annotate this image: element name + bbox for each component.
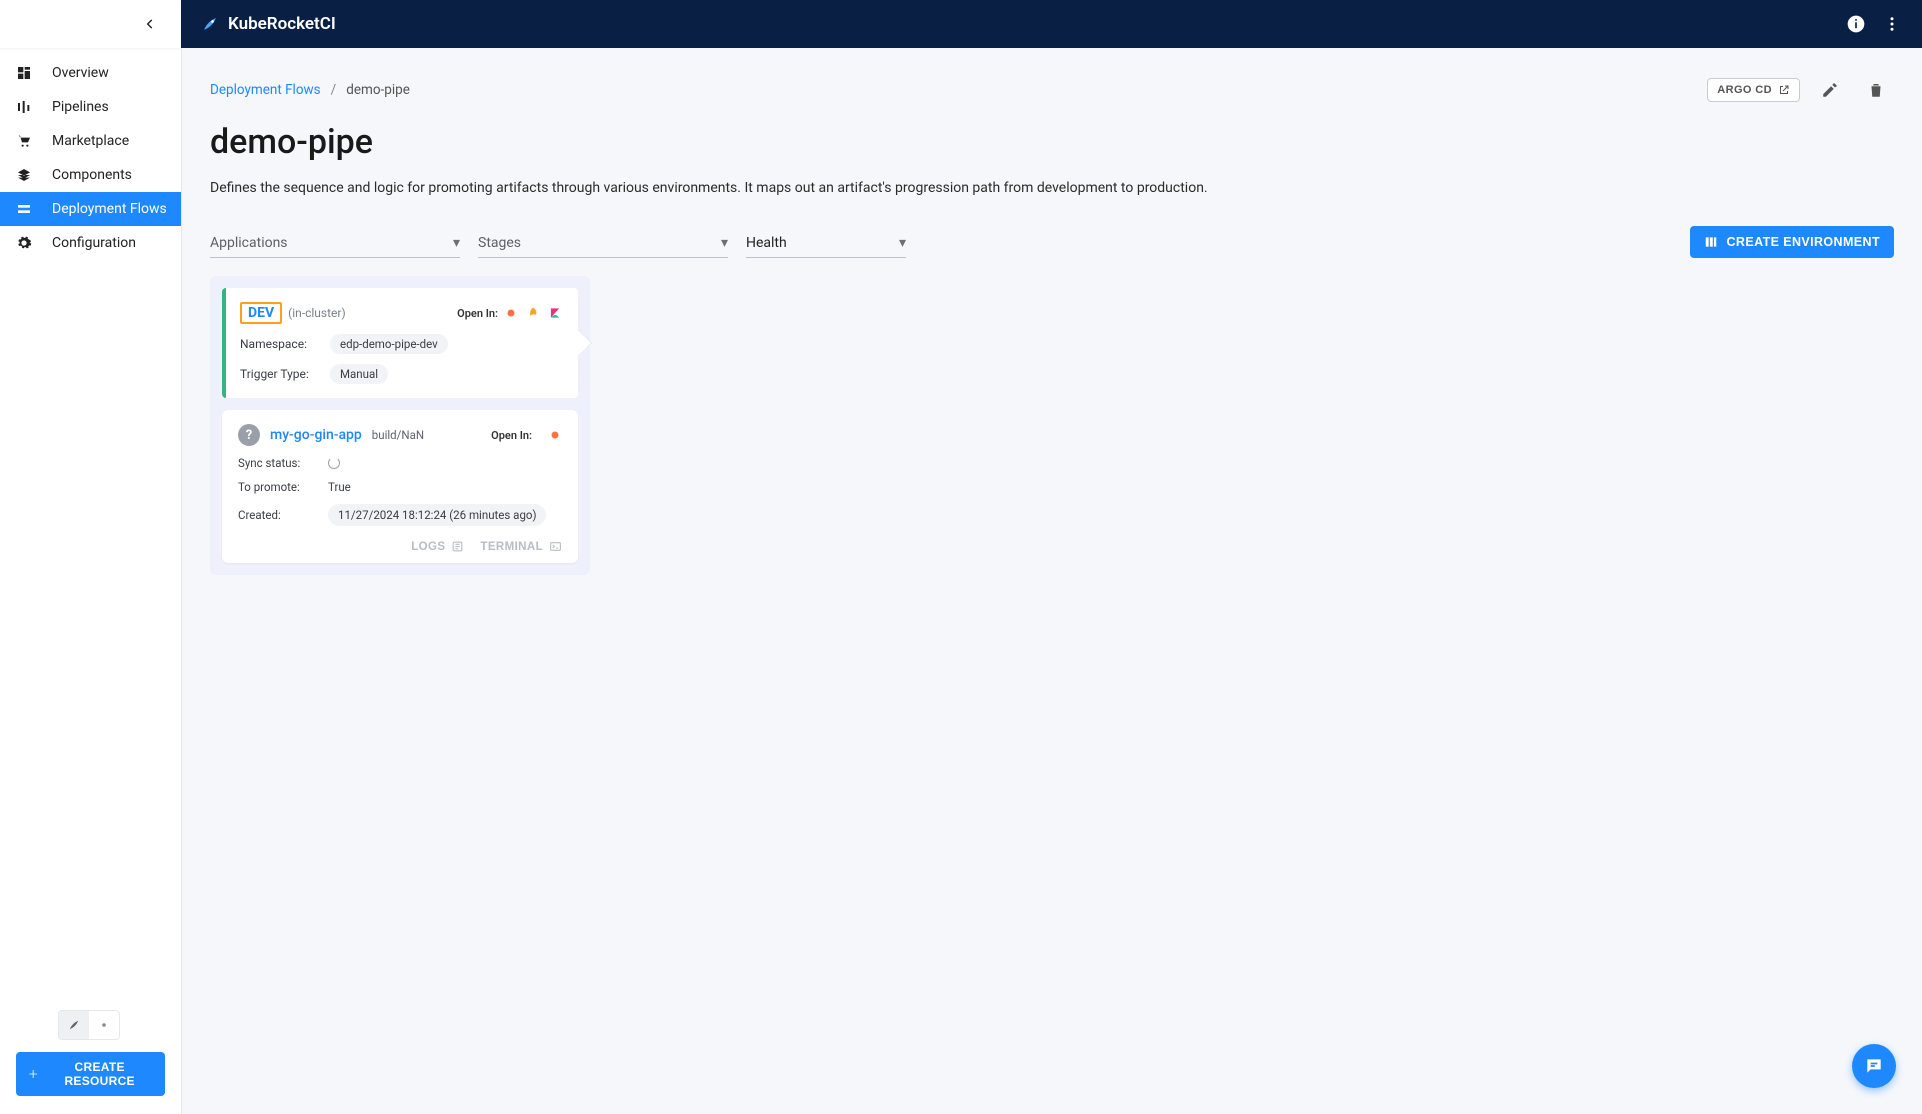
- layers-icon: [14, 167, 34, 183]
- created-label: Created:: [238, 508, 318, 522]
- kibana-icon[interactable]: [548, 306, 562, 320]
- stage-container: DEV (in-cluster) Open In: Namespace: edp…: [210, 276, 590, 575]
- argo-cd-button[interactable]: ARGO CD: [1707, 78, 1800, 102]
- sidebar-item-pipelines[interactable]: Pipelines: [0, 90, 181, 124]
- gear-icon: [14, 235, 34, 251]
- create-environment-button[interactable]: CREATE ENVIRONMENT: [1690, 226, 1894, 258]
- sidebar-bottom: CREATE RESOURCE: [0, 998, 181, 1114]
- chevron-down-icon: ▾: [453, 235, 460, 251]
- terminal-button[interactable]: TERMINAL: [480, 540, 562, 553]
- sidebar-item-components[interactable]: Components: [0, 158, 181, 192]
- stage-trigger-row: Trigger Type: Manual: [240, 364, 562, 384]
- flows-icon: [14, 201, 34, 217]
- pipelines-icon: [14, 99, 34, 115]
- argo-cd-label: ARGO CD: [1717, 84, 1772, 96]
- sidebar-item-label: Components: [52, 167, 132, 183]
- theme-toggle: [58, 1010, 120, 1040]
- filter-row: Applications ▾ Stages ▾ Health ▾ CREATE …: [210, 226, 1894, 258]
- sidebar-item-label: Marketplace: [52, 133, 129, 149]
- dashboard-icon: [14, 65, 34, 81]
- stage-header: DEV (in-cluster) Open In:: [240, 302, 562, 324]
- main-content: Deployment Flows / demo-pipe ARGO CD dem…: [182, 48, 1922, 1114]
- to-promote-value: True: [328, 480, 351, 494]
- sidebar: Overview Pipelines Marketplace Component…: [0, 48, 182, 1114]
- sidebar-item-overview[interactable]: Overview: [0, 56, 181, 90]
- sync-status-label: Sync status:: [238, 456, 318, 470]
- page-description: Defines the sequence and logic for promo…: [210, 180, 1310, 196]
- application-actions: LOGS TERMINAL: [238, 540, 562, 553]
- sidebar-item-label: Configuration: [52, 235, 136, 251]
- health-select[interactable]: Health ▾: [746, 229, 906, 258]
- sidebar-item-label: Deployment Flows: [52, 201, 167, 217]
- breadcrumb: Deployment Flows / demo-pipe: [210, 82, 410, 98]
- breadcrumb-parent[interactable]: Deployment Flows: [210, 82, 321, 98]
- grafana-icon[interactable]: [526, 306, 540, 320]
- stages-select[interactable]: Stages ▾: [478, 229, 728, 258]
- sidebar-item-configuration[interactable]: Configuration: [0, 226, 181, 260]
- sidebar-item-label: Overview: [52, 65, 109, 81]
- created-value: 11/27/2024 18:12:24 (26 minutes ago): [328, 504, 546, 526]
- application-build: build/NaN: [372, 428, 424, 442]
- breadcrumb-sep: /: [331, 82, 337, 98]
- page-top-line: Deployment Flows / demo-pipe ARGO CD: [210, 72, 1894, 108]
- breadcrumb-current: demo-pipe: [346, 82, 410, 98]
- unknown-status-icon: ?: [238, 424, 260, 446]
- application-card: ? my-go-gin-app build/NaN Open In: Sync …: [222, 410, 578, 563]
- stages-label: Stages: [478, 235, 521, 251]
- page-actions: [1812, 72, 1894, 108]
- sync-status-row: Sync status:: [238, 456, 562, 470]
- namespace-value: edp-demo-pipe-dev: [330, 334, 448, 354]
- create-resource-button[interactable]: CREATE RESOURCE: [16, 1052, 165, 1096]
- health-label: Health: [746, 235, 787, 251]
- cart-icon: [14, 133, 34, 149]
- to-promote-row: To promote: True: [238, 480, 562, 494]
- stage-open-in-icons: [504, 306, 562, 320]
- chevron-down-icon: ▾: [721, 235, 728, 251]
- argo-icon[interactable]: [504, 306, 518, 320]
- logs-button[interactable]: LOGS: [411, 540, 464, 553]
- brand-name: KubeRocketCI: [228, 14, 336, 34]
- to-promote-label: To promote:: [238, 480, 318, 494]
- theme-rocket-button[interactable]: [59, 1011, 89, 1039]
- more-vert-icon[interactable]: [1874, 6, 1910, 42]
- chat-fab[interactable]: [1852, 1044, 1896, 1088]
- page-title: demo-pipe: [210, 122, 1894, 162]
- chevron-down-icon: ▾: [899, 235, 906, 251]
- sidebar-item-deployment-flows[interactable]: Deployment Flows: [0, 192, 181, 226]
- brand: KubeRocketCI: [200, 14, 336, 34]
- argo-icon[interactable]: [548, 428, 562, 442]
- stage-cluster: (in-cluster): [288, 306, 346, 320]
- logs-label: LOGS: [411, 541, 445, 553]
- info-icon[interactable]: [1838, 6, 1874, 42]
- application-name-link[interactable]: my-go-gin-app: [270, 427, 362, 443]
- open-in-label: Open In:: [457, 307, 498, 320]
- sidebar-collapse-bar: [0, 0, 181, 48]
- delete-button[interactable]: [1858, 72, 1894, 108]
- trigger-type-value: Manual: [330, 364, 388, 384]
- stage-card[interactable]: DEV (in-cluster) Open In: Namespace: edp…: [222, 288, 578, 398]
- theme-gear-button[interactable]: [89, 1011, 119, 1039]
- rocket-icon: [200, 14, 220, 34]
- stage-namespace-row: Namespace: edp-demo-pipe-dev: [240, 334, 562, 354]
- sidebar-item-label: Pipelines: [52, 99, 109, 115]
- appbar: KubeRocketCI: [0, 0, 1922, 48]
- sidebar-collapse-button[interactable]: [143, 17, 157, 31]
- edit-button[interactable]: [1812, 72, 1848, 108]
- stage-name[interactable]: DEV: [240, 302, 282, 324]
- sync-spinner-icon: [328, 457, 340, 469]
- open-in-label: Open In:: [491, 429, 532, 442]
- created-row: Created: 11/27/2024 18:12:24 (26 minutes…: [238, 504, 562, 526]
- sidebar-item-marketplace[interactable]: Marketplace: [0, 124, 181, 158]
- sidebar-nav: Overview Pipelines Marketplace Component…: [0, 48, 181, 998]
- create-resource-label: CREATE RESOURCE: [46, 1060, 153, 1088]
- trigger-type-label: Trigger Type:: [240, 367, 320, 381]
- applications-label: Applications: [210, 235, 288, 251]
- terminal-label: TERMINAL: [480, 541, 543, 553]
- applications-select[interactable]: Applications ▾: [210, 229, 460, 258]
- create-environment-label: CREATE ENVIRONMENT: [1726, 235, 1880, 249]
- application-header: ? my-go-gin-app build/NaN Open In:: [238, 424, 562, 446]
- namespace-label: Namespace:: [240, 337, 320, 351]
